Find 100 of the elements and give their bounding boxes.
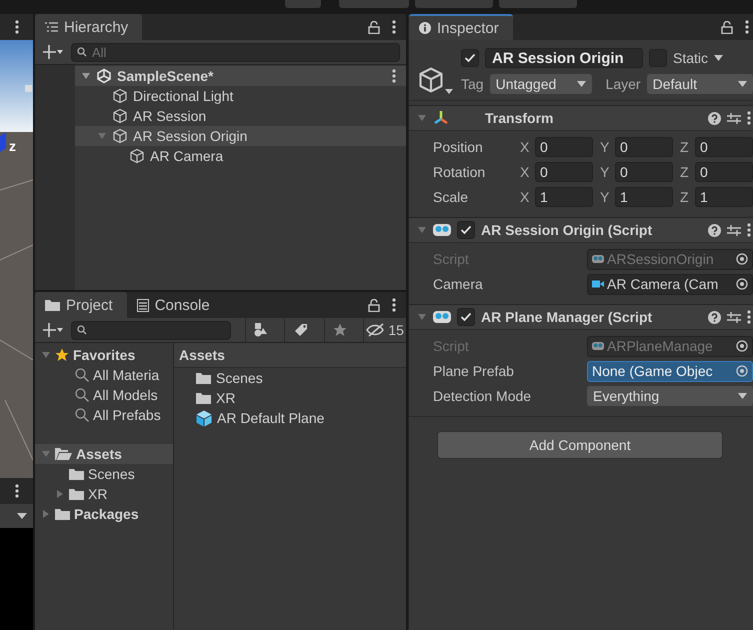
hierarchy-item[interactable]: AR Session: [75, 106, 406, 126]
component-title: Transform: [485, 110, 554, 126]
hidden-packages-button[interactable]: 15: [363, 318, 406, 342]
number-field[interactable]: 0: [615, 162, 673, 182]
console-icon: [136, 298, 149, 312]
component-header[interactable]: AR Plane Manager (Script: [409, 304, 753, 330]
hierarchy-tab[interactable]: Hierarchy: [35, 14, 142, 40]
search-icon: [77, 46, 87, 56]
sliders-icon[interactable]: [727, 112, 741, 124]
field-label: Scale: [433, 189, 470, 205]
more-icon[interactable]: [745, 20, 749, 34]
number-field[interactable]: 1: [695, 187, 753, 207]
breadcrumb[interactable]: Assets: [179, 347, 225, 363]
tree-item[interactable]: Scenes: [35, 464, 173, 484]
help-icon[interactable]: [708, 224, 721, 236]
hierarchy-item[interactable]: AR Session Origin: [75, 126, 406, 146]
tag-dropdown[interactable]: Untagged: [490, 74, 592, 94]
more-icon[interactable]: [392, 298, 396, 312]
asset-item[interactable]: Scenes: [174, 368, 406, 388]
tree-item[interactable]: Assets: [35, 444, 173, 464]
number-field[interactable]: 0: [615, 137, 673, 157]
sliders-icon[interactable]: [727, 310, 741, 324]
folder-icon: [196, 392, 211, 404]
tree-item[interactable]: All Materia: [35, 365, 173, 385]
axis-label: Z: [680, 139, 690, 155]
layer-dropdown[interactable]: Default: [646, 74, 753, 94]
axis-label: Z: [680, 189, 690, 205]
target-icon[interactable]: [736, 340, 748, 352]
field-label: Plane Prefab: [433, 363, 515, 379]
tab-label: Inspector: [437, 20, 499, 36]
more-icon[interactable]: [14, 484, 18, 498]
tag-label: Tag: [461, 76, 484, 92]
number-field[interactable]: 1: [615, 187, 673, 207]
search-icon: [75, 388, 89, 402]
axis-label: Y: [600, 139, 610, 155]
folder-icon: [69, 488, 84, 500]
more-icon[interactable]: [14, 20, 18, 34]
lock-icon[interactable]: [368, 20, 380, 34]
help-icon[interactable]: [708, 310, 721, 324]
number-field[interactable]: 0: [695, 162, 753, 182]
more-icon[interactable]: [747, 111, 751, 125]
axis-label: X: [520, 164, 530, 180]
lock-icon[interactable]: [368, 298, 380, 312]
script-icon: [433, 310, 451, 324]
cube-icon: [112, 108, 128, 124]
hierarchy-item[interactable]: Directional Light: [75, 86, 406, 106]
hierarchy-item[interactable]: AR Camera: [75, 146, 406, 166]
folder-icon: [69, 468, 84, 480]
target-icon[interactable]: [736, 365, 748, 377]
target-icon[interactable]: [736, 278, 748, 290]
checkbox[interactable]: [457, 308, 475, 326]
number-field[interactable]: 0: [535, 162, 593, 182]
asset-item[interactable]: XR: [174, 388, 406, 408]
axis-label: X: [520, 139, 530, 155]
sliders-icon[interactable]: [727, 224, 741, 236]
asset-name: Scenes: [216, 370, 263, 386]
object-field[interactable]: None (Game Objec: [587, 360, 753, 382]
scene-row[interactable]: SampleScene*: [75, 66, 406, 86]
item-name: AR Camera: [150, 148, 224, 164]
dropdown-arrow-icon[interactable]: [445, 89, 453, 94]
number-field[interactable]: 0: [695, 137, 753, 157]
expanded-arrow-icon[interactable]: [81, 71, 91, 81]
search-icon: [77, 324, 87, 334]
add-button[interactable]: [43, 323, 63, 337]
checkbox[interactable]: [461, 49, 479, 67]
dropdown-arrow-icon[interactable]: [17, 513, 27, 519]
panel-tab[interactable]: Console: [126, 292, 224, 318]
search-field[interactable]: All: [71, 42, 400, 62]
add-component-button[interactable]: Add Component: [437, 431, 723, 459]
field-label: Camera: [433, 276, 484, 292]
folder-icon: [55, 508, 70, 520]
checkbox[interactable]: [457, 221, 475, 239]
static-label[interactable]: Static: [673, 50, 708, 66]
component-header[interactable]: Transform: [409, 105, 753, 131]
help-icon[interactable]: [708, 112, 721, 124]
tree-item[interactable]: Packages: [35, 504, 173, 524]
inspector-tab[interactable]: Inspector: [409, 14, 513, 40]
name-field[interactable]: AR Session Origin: [485, 48, 643, 68]
more-icon[interactable]: [392, 20, 396, 34]
tree-label: All Prefabs: [93, 407, 161, 423]
more-icon[interactable]: [747, 310, 751, 324]
cube-icon: [112, 128, 128, 144]
more-icon[interactable]: [747, 223, 751, 237]
tree-item[interactable]: XR: [35, 484, 173, 504]
asset-item[interactable]: AR Default Plane: [174, 408, 406, 428]
number-field[interactable]: 1: [535, 187, 593, 207]
target-icon[interactable]: [736, 253, 748, 265]
dropdown[interactable]: Everything: [587, 386, 753, 406]
add-button[interactable]: [43, 45, 63, 59]
search-field[interactable]: [71, 320, 231, 340]
panel-tab[interactable]: Project: [35, 292, 127, 318]
dropdown-arrow-icon[interactable]: [714, 55, 724, 61]
lock-icon[interactable]: [721, 20, 733, 34]
tree-item[interactable]: All Models: [35, 385, 173, 405]
component-header[interactable]: AR Session Origin (Script: [409, 217, 753, 243]
number-field[interactable]: 0: [535, 137, 593, 157]
more-icon[interactable]: [392, 69, 396, 83]
tree-item[interactable]: Favorites: [35, 345, 173, 365]
object-field[interactable]: AR Camera (Cam: [587, 274, 753, 294]
tree-item[interactable]: All Prefabs: [35, 405, 173, 425]
